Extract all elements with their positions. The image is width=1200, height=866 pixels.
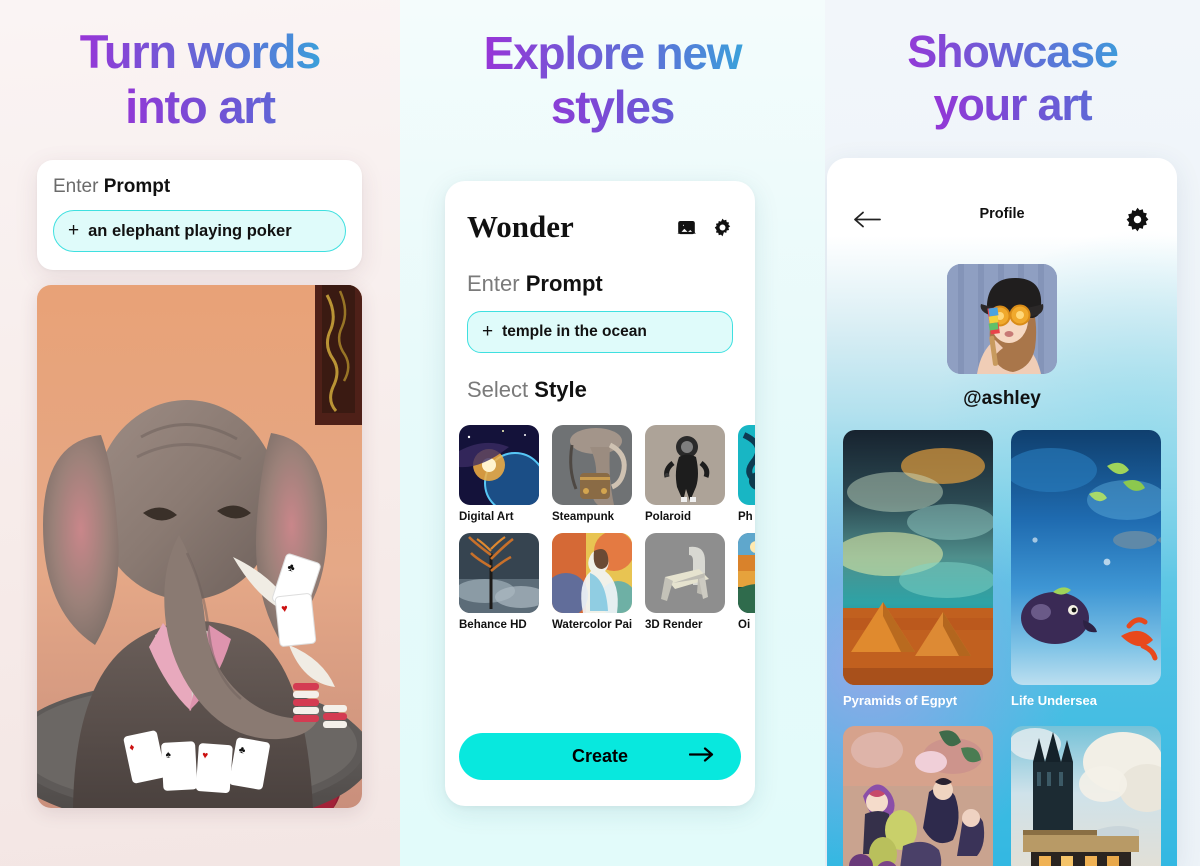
- gallery-item-pyramids[interactable]: Pyramids of Egpyt: [843, 430, 993, 708]
- style-name-photographic: Ph: [738, 511, 753, 523]
- headline-3-line-2: your art: [825, 78, 1200, 131]
- screenshot-root: Turn words into art Enter Prompt + an el…: [0, 0, 1200, 866]
- style-thumb-3d-render: [645, 533, 725, 613]
- prompt-value-1: an elephant playing poker: [88, 221, 292, 240]
- profile-title: Profile: [979, 206, 1025, 222]
- enter-prompt-label-2: Enter Prompt: [445, 271, 755, 297]
- plus-icon-1: +: [68, 220, 80, 241]
- gallery-thumb-undersea: [1011, 430, 1161, 685]
- gallery-item-3[interactable]: [843, 726, 993, 866]
- style-tile-watercolor[interactable]: Watercolor Pai: [552, 533, 632, 631]
- elephant-poker-illustration: ♣ ♥ ♦ ♠ ♥ ♣: [37, 285, 362, 808]
- wonder-logo: Wonder: [467, 209, 574, 244]
- style-tile-digital-art[interactable]: Digital Art: [459, 425, 539, 523]
- style-tile-oil-painting[interactable]: Oi: [738, 533, 755, 631]
- gallery-caption-undersea: Life Undersea: [1011, 693, 1097, 708]
- style-row-1: Digital Art Steampunk Polaroid Ph: [459, 425, 755, 523]
- enter-prompt-bold-2: Prompt: [525, 271, 603, 296]
- headline-2: Explore new styles: [400, 26, 825, 134]
- headline-2-line-1: Explore new: [400, 26, 825, 80]
- prompt-input-2[interactable]: + temple in the ocean: [467, 311, 733, 353]
- avatar: [947, 264, 1057, 374]
- plus-icon-2: +: [482, 321, 494, 342]
- hero-image-elephant: ♣ ♥ ♦ ♠ ♥ ♣: [37, 285, 362, 808]
- style-name-steampunk: Steampunk: [552, 511, 614, 523]
- style-name-digital-art: Digital Art: [459, 511, 514, 523]
- select-style-bold: Style: [534, 377, 587, 402]
- top-bar-icons: [676, 217, 733, 238]
- style-thumb-steampunk: [552, 425, 632, 505]
- profile-handle: @ashley: [963, 388, 1041, 409]
- headline-1-line-2: into art: [0, 79, 400, 134]
- panel-showcase-your-art: Showcase your art Profile @ashley Pyrami…: [825, 0, 1200, 866]
- style-thumb-behance-hd: [459, 533, 539, 613]
- headline-1: Turn words into art: [0, 24, 400, 134]
- prompt-input-1[interactable]: + an elephant playing poker: [53, 210, 346, 252]
- panel-turn-words-into-art: Turn words into art Enter Prompt + an el…: [0, 0, 400, 866]
- enter-prompt-light-1: Enter: [53, 176, 104, 197]
- style-tile-3d-render[interactable]: 3D Render: [645, 533, 725, 631]
- enter-prompt-bold-1: Prompt: [103, 176, 171, 197]
- profile-header: [827, 158, 1177, 238]
- select-style-light: Select: [467, 377, 535, 402]
- style-thumb-watercolor: [552, 533, 632, 613]
- svg-text:♥: ♥: [281, 603, 289, 616]
- gallery-item-undersea[interactable]: Life Undersea: [1011, 430, 1161, 708]
- gallery-caption-pyramids: Pyramids of Egpyt: [843, 693, 958, 708]
- profile-screen-card: Profile @ashley Pyramids of Egpyt Life U…: [827, 158, 1177, 866]
- gear-icon[interactable]: [712, 217, 733, 238]
- create-button[interactable]: Create: [459, 733, 741, 780]
- create-button-label: Create: [571, 746, 629, 766]
- style-name-watercolor: Watercolor Pai: [552, 619, 632, 631]
- svg-text:♥: ♥: [202, 750, 209, 761]
- style-thumb-oil-painting: [738, 533, 755, 613]
- headline-2-line-2: styles: [400, 80, 825, 134]
- arrow-right-icon: [688, 746, 715, 767]
- style-thumb-digital-art: [459, 425, 539, 505]
- enter-prompt-light-2: Enter: [467, 271, 526, 296]
- headline-3-line-1: Showcase: [825, 25, 1200, 78]
- style-name-behance-hd: Behance HD: [459, 619, 527, 631]
- style-carousel[interactable]: Digital Art Steampunk Polaroid Ph Behanc…: [445, 425, 755, 641]
- panel-explore-new-styles: Explore new styles Wonder Enter Prompt +…: [400, 0, 825, 866]
- gallery-item-4[interactable]: [1011, 726, 1161, 866]
- image-icon[interactable]: [676, 217, 697, 238]
- style-tile-behance-hd[interactable]: Behance HD: [459, 533, 539, 631]
- gallery-thumb-3: [843, 726, 993, 866]
- gallery-thumb-pyramids: [843, 430, 993, 685]
- style-thumb-polaroid: [645, 425, 725, 505]
- headline-1-line-1: Turn words: [0, 24, 400, 79]
- headline-3: Showcase your art: [825, 25, 1200, 131]
- style-row-2: Behance HD Watercolor Pai 3D Render Oi: [459, 533, 755, 631]
- style-tile-steampunk[interactable]: Steampunk: [552, 425, 632, 523]
- gallery-grid: Pyramids of Egpyt Life Undersea: [827, 430, 1177, 866]
- enter-prompt-label-1: Enter Prompt: [53, 176, 346, 198]
- app-top-bar: Wonder: [445, 181, 755, 245]
- prompt-value-2: temple in the ocean: [502, 323, 647, 340]
- style-name-polaroid: Polaroid: [645, 511, 692, 523]
- prompt-card-1: Enter Prompt + an elephant playing poker: [37, 160, 362, 270]
- style-tile-photographic[interactable]: Ph: [738, 425, 755, 523]
- style-thumb-photographic: [738, 425, 755, 505]
- style-name-oil-painting: Oi: [738, 619, 751, 631]
- style-tile-polaroid[interactable]: Polaroid: [645, 425, 725, 523]
- select-style-label: Select Style: [445, 377, 755, 403]
- gallery-thumb-4: [1011, 726, 1161, 866]
- wonder-app-card: Wonder Enter Prompt + temple in the ocea…: [445, 181, 755, 806]
- style-name-3d-render: 3D Render: [645, 619, 703, 631]
